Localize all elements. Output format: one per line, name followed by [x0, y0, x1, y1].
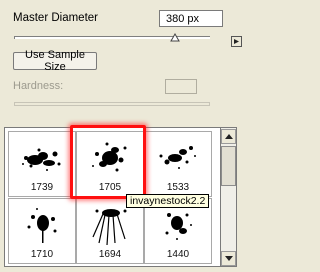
arrow-up-icon [225, 134, 233, 139]
splatter-brush-icon [22, 148, 61, 171]
brush-preset-1533[interactable]: 1533 [144, 131, 212, 197]
hardness-slider-track[interactable] [14, 102, 210, 106]
brush-menu-button[interactable] [231, 36, 242, 47]
brush-preset-1739[interactable]: 1739 [8, 131, 76, 197]
preset-number: 1710 [30, 249, 54, 260]
diameter-slider-thumb[interactable] [169, 32, 180, 42]
arrow-down-icon [225, 256, 233, 261]
preset-number: 1694 [98, 249, 122, 260]
hardness-label: Hardness: [13, 80, 64, 92]
preset-number: 1440 [166, 249, 190, 260]
selected-preset-highlight [70, 125, 146, 199]
splatter-brush-icon [165, 213, 192, 240]
triangle-menu-icon [234, 39, 239, 44]
scroll-up-button[interactable] [221, 129, 236, 144]
preset-scrollbar[interactable] [221, 127, 237, 267]
scroll-down-button[interactable] [221, 251, 236, 266]
preset-tooltip: invaynestock2.2 [126, 194, 210, 208]
splatter-brush-icon [159, 146, 196, 169]
preset-number: 1533 [166, 182, 190, 193]
diameter-input[interactable]: 380 px [159, 10, 223, 27]
brush-preset-1710[interactable]: 1710 [8, 198, 76, 264]
splatter-brush-icon [92, 209, 127, 246]
diameter-slider-track[interactable] [14, 36, 210, 39]
diameter-value: 380 px [166, 12, 200, 25]
hardness-input[interactable] [165, 79, 197, 94]
scroll-thumb[interactable] [221, 146, 236, 186]
splatter-brush-icon [27, 208, 57, 243]
use-sample-size-button[interactable]: Use Sample Size [13, 49, 97, 73]
master-diameter-label: Master Diameter [13, 12, 98, 24]
preset-number: 1739 [30, 182, 54, 193]
